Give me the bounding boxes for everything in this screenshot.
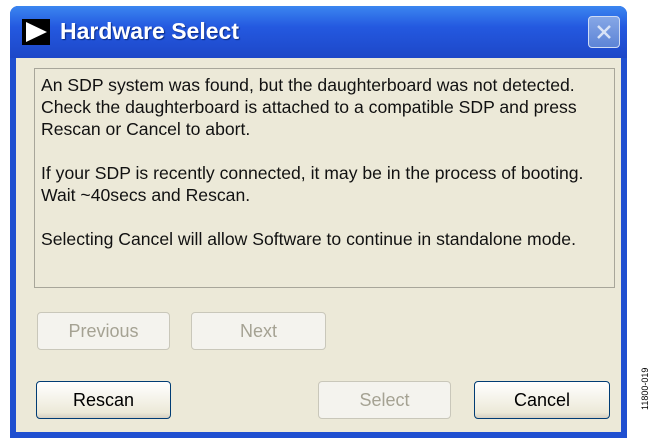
figure-id-label: 11800-019 <box>640 367 650 410</box>
hardware-select-dialog: Hardware Select An SDP system was found,… <box>10 6 627 438</box>
next-button[interactable]: Next <box>191 312 326 350</box>
close-button[interactable] <box>588 16 620 48</box>
message-paragraph-2: If your SDP is recently connected, it ma… <box>41 163 584 205</box>
select-button[interactable]: Select <box>318 381 451 419</box>
cancel-button[interactable]: Cancel <box>474 381 610 419</box>
play-arrow-icon <box>22 19 50 45</box>
dialog-body: An SDP system was found, but the daughte… <box>16 58 621 432</box>
close-icon <box>597 25 611 39</box>
title-bar[interactable]: Hardware Select <box>10 6 627 58</box>
rescan-button[interactable]: Rescan <box>36 381 171 419</box>
message-paragraph-1: An SDP system was found, but the daughte… <box>41 75 577 139</box>
message-box[interactable]: An SDP system was found, but the daughte… <box>34 68 615 288</box>
window-title: Hardware Select <box>60 18 239 44</box>
message-paragraph-3: Selecting Cancel will allow Software to … <box>41 229 576 249</box>
previous-button[interactable]: Previous <box>37 312 170 350</box>
